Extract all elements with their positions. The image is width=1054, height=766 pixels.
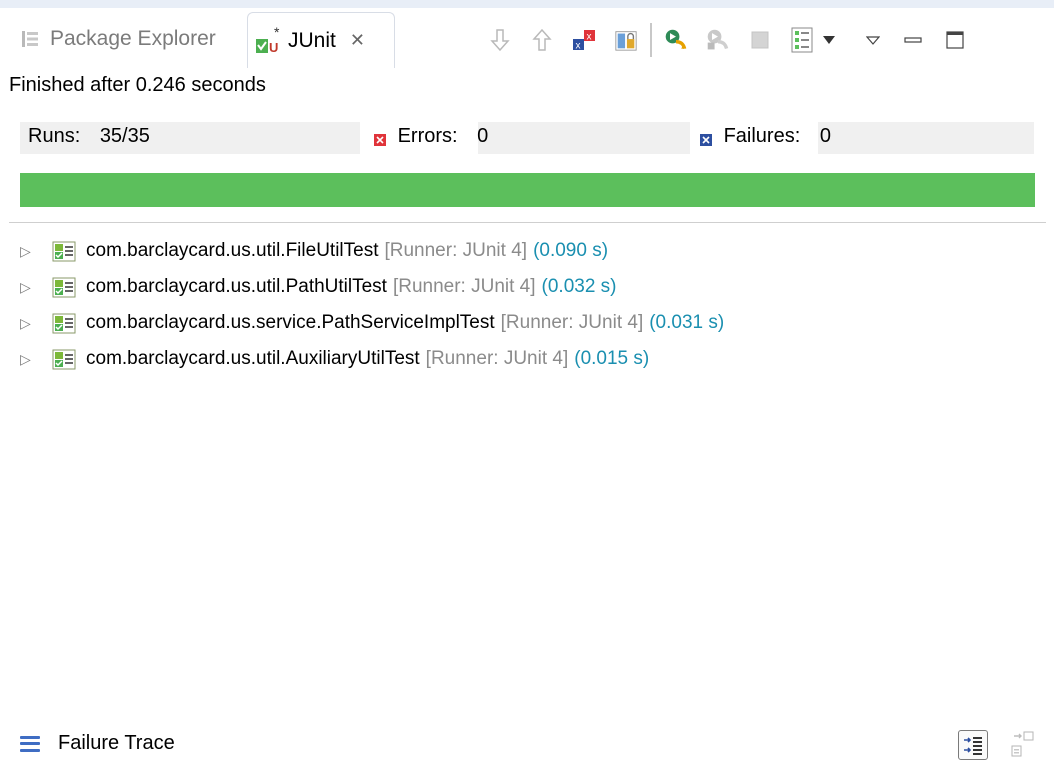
rerun-test-icon[interactable] (664, 26, 688, 54)
test-runner: [Runner: JUnit 4] (500, 312, 644, 333)
test-duration: (0.031 s) (649, 312, 725, 333)
test-class-name: com.barclaycard.us.util.FileUtilTest (86, 240, 379, 261)
compare-result-button[interactable] (1010, 730, 1036, 758)
failures-counter: Failures: 0 (700, 125, 831, 148)
close-icon[interactable]: ✕ (350, 30, 365, 51)
test-suite-pass-icon (52, 311, 76, 335)
test-run-history-icon[interactable] (790, 26, 814, 54)
test-suite-pass-icon (52, 275, 76, 299)
svg-text:x: x (576, 41, 581, 52)
failures-label: Failures: (723, 125, 801, 147)
runs-counter: Runs: 35/35 (28, 125, 150, 148)
view-menu-icon[interactable] (866, 26, 880, 54)
tab-label: Package Explorer (50, 27, 216, 50)
list-item[interactable]: ▷ com.barclaycard.us.util.FileUtilTest [… (20, 233, 724, 269)
svg-text:x: x (587, 32, 592, 43)
maximize-icon[interactable] (946, 26, 964, 54)
svg-text:U: U (269, 40, 278, 55)
test-duration: (0.032 s) (541, 276, 617, 297)
test-progress-bar (20, 173, 1035, 207)
divider (9, 222, 1046, 223)
list-item[interactable]: ▷ com.barclaycard.us.util.PathUtilTest [… (20, 269, 724, 305)
view-tab-bar: Package Explorer U * JUnit ✕ xx (0, 8, 1054, 70)
runs-label: Runs: (28, 125, 81, 147)
expand-chevron-icon[interactable]: ▷ (20, 243, 34, 260)
package-explorer-icon (20, 29, 40, 49)
test-duration: (0.015 s) (574, 348, 650, 369)
junit-icon: U * (254, 24, 284, 56)
toolbar-separator (650, 23, 652, 57)
test-runner: [Runner: JUnit 4] (425, 348, 569, 369)
tab-junit[interactable]: U * JUnit ✕ (247, 12, 395, 68)
errors-value: 0 (477, 125, 489, 147)
previous-failure-icon[interactable] (530, 26, 554, 54)
compare-icon (1011, 731, 1034, 757)
errors-counter-field (478, 122, 690, 154)
filter-stack-trace-button[interactable] (958, 730, 988, 760)
failures-value: 0 (819, 125, 831, 147)
tab-label: JUnit (288, 28, 336, 52)
run-status-text: Finished after 0.246 seconds (9, 74, 266, 96)
filter-stack-icon (964, 737, 982, 755)
list-item[interactable]: ▷ com.barclaycard.us.service.PathService… (20, 305, 724, 341)
test-suite-pass-icon (52, 239, 76, 263)
stack-trace-icon (20, 735, 40, 752)
window-top-strip (0, 0, 1054, 8)
test-class-name: com.barclaycard.us.util.AuxiliaryUtilTes… (86, 348, 420, 369)
svg-text:*: * (274, 26, 280, 40)
failures-counter-field (818, 122, 1034, 154)
test-results-tree[interactable]: ▷ com.barclaycard.us.util.FileUtilTest [… (20, 233, 724, 377)
next-failure-icon[interactable] (488, 26, 512, 54)
failure-trace-label: Failure Trace (58, 732, 175, 754)
show-failures-only-icon[interactable]: xx (572, 26, 596, 54)
counters-panel: Runs: 35/35 Errors: 0 Failures: 0 (20, 122, 1034, 154)
runs-value: 35/35 (99, 125, 150, 147)
stop-icon[interactable] (748, 26, 772, 54)
rerun-failures-first-icon[interactable] (706, 26, 730, 54)
expand-chevron-icon[interactable]: ▷ (20, 315, 34, 332)
expand-chevron-icon[interactable]: ▷ (20, 351, 34, 368)
error-icon (374, 129, 386, 146)
test-class-name: com.barclaycard.us.util.PathUtilTest (86, 276, 387, 297)
test-suite-pass-icon (52, 347, 76, 371)
test-runner: [Runner: JUnit 4] (384, 240, 528, 261)
test-duration: (0.090 s) (533, 240, 609, 261)
history-dropdown-icon[interactable] (822, 26, 836, 54)
expand-chevron-icon[interactable]: ▷ (20, 279, 34, 296)
test-runner: [Runner: JUnit 4] (392, 276, 536, 297)
minimize-icon[interactable] (904, 26, 922, 54)
errors-label: Errors: (397, 125, 458, 147)
junit-toolbar: xx (488, 20, 964, 60)
test-class-name: com.barclaycard.us.service.PathServiceIm… (86, 312, 495, 333)
list-item[interactable]: ▷ com.barclaycard.us.util.AuxiliaryUtilT… (20, 341, 724, 377)
failure-trace-header: Failure Trace (20, 732, 175, 755)
tab-package-explorer[interactable]: Package Explorer (20, 21, 216, 57)
scroll-lock-icon[interactable] (614, 26, 638, 54)
errors-counter: Errors: 0 (374, 125, 488, 148)
failure-icon (700, 129, 712, 146)
